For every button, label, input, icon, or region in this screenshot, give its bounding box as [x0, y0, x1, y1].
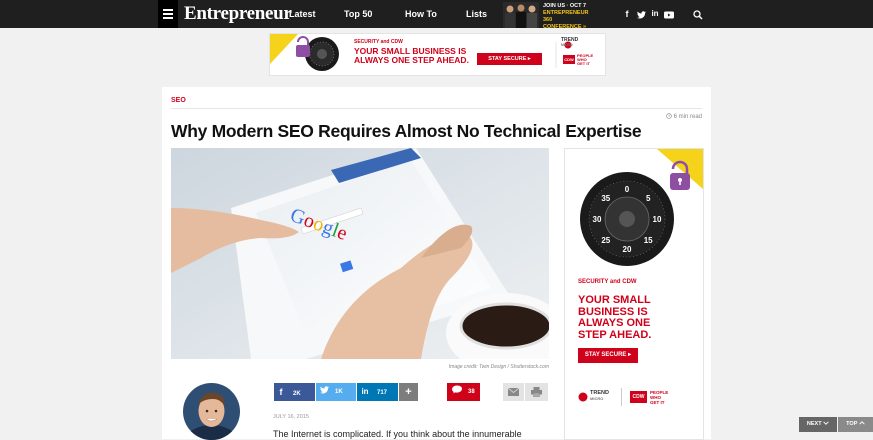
- twitter-count: 1K: [335, 389, 343, 395]
- dial-number: 20: [623, 245, 632, 254]
- side-cdw-logo: CDW: [630, 391, 647, 403]
- menu-button[interactable]: [158, 0, 178, 28]
- dial-number: 5: [646, 194, 651, 203]
- search-icon[interactable]: [692, 0, 704, 28]
- author-photo: [183, 383, 240, 440]
- promo-line-1: JOIN US · OCT 7: [543, 3, 587, 9]
- site-logo[interactable]: Entrepreneur: [184, 3, 292, 25]
- back-to-top-button[interactable]: TOP: [838, 417, 873, 432]
- ad-cta-label: STAY SECURE: [488, 56, 527, 62]
- dial-number: 30: [593, 215, 602, 224]
- side-tagline-3: GET IT: [650, 400, 665, 405]
- nav-item-latest[interactable]: Latest: [289, 0, 316, 28]
- nav-item-top50[interactable]: Top 50: [344, 0, 372, 28]
- dial-number: 0: [625, 185, 630, 194]
- twitter-share-button[interactable]: 1K: [316, 383, 356, 401]
- article-body: The Internet is complicated. If you thin…: [273, 429, 522, 439]
- promo-line-3: CONFERENCE »: [543, 24, 587, 30]
- print-icon: [531, 387, 542, 397]
- facebook-icon[interactable]: f: [621, 0, 633, 28]
- comment-icon: [452, 385, 462, 394]
- publish-date: JULY 16, 2015: [273, 414, 309, 420]
- cdw-logo: CDW: [563, 55, 575, 64]
- safe-dial-artwork: 0 5 10 15 20 25 30 35: [580, 149, 703, 266]
- ad-headline-2: ALWAYS ONE STEP AHEAD.: [354, 55, 469, 65]
- conference-promo[interactable]: JOIN US · OCT 7 ENTREPRENEUR 360 CONFERE…: [503, 0, 595, 30]
- dial-number: 35: [601, 194, 610, 203]
- side-ad-cta-label: STAY SECURE: [584, 352, 627, 358]
- top-navigation-bar: Entrepreneur Latest Top 50 How To Lists …: [0, 0, 873, 30]
- linkedin-share-button[interactable]: in 717: [357, 383, 398, 401]
- side-ad-brand: SECURITY and CDW: [578, 279, 637, 285]
- dial-number: 10: [653, 215, 662, 224]
- ad-cta-button[interactable]: STAY SECURE ▸: [477, 53, 542, 65]
- more-share-button[interactable]: +: [399, 383, 418, 401]
- side-ad-headline-1: YOUR SMALL: [578, 294, 651, 306]
- next-article-button[interactable]: NEXT: [799, 417, 837, 432]
- article-category[interactable]: SEO: [171, 97, 186, 104]
- dial-number: 25: [601, 236, 610, 245]
- next-label: NEXT: [806, 421, 822, 427]
- email-icon: [508, 388, 519, 396]
- twitter-icon[interactable]: [635, 0, 647, 28]
- sidebar-ad[interactable]: 0 5 10 15 20 25 30 35 SECURITY and CDW YOUR SMA…: [564, 148, 704, 440]
- facebook-share-button[interactable]: f 2K: [274, 383, 315, 401]
- linkedin-count: 717: [377, 390, 388, 396]
- tablet-photo: Google: [171, 148, 549, 359]
- youtube-icon[interactable]: [663, 0, 675, 28]
- comment-count: 38: [468, 389, 475, 395]
- promo-line-2: ENTREPRENEUR 360: [543, 10, 589, 23]
- hamburger-icon: [163, 9, 173, 11]
- chevron-up-icon: [859, 421, 865, 425]
- image-credit: Image credit: Twin Design / Shutterstock…: [448, 364, 549, 370]
- ad-divider: [621, 388, 622, 406]
- side-ad-headline-3: ALWAYS ONE: [578, 317, 651, 329]
- ad-tagline-3: GET IT: [577, 61, 590, 66]
- linkedin-icon[interactable]: in: [649, 0, 661, 28]
- author-avatar[interactable]: [183, 383, 240, 440]
- divider: [171, 108, 702, 109]
- nav-item-howto[interactable]: How To: [405, 0, 437, 28]
- dial-number: 15: [644, 236, 653, 245]
- comments-button[interactable]: 38: [447, 383, 480, 401]
- facebook-count: 2K: [293, 391, 301, 397]
- print-button[interactable]: [525, 383, 548, 401]
- trend-micro-icon: [578, 392, 588, 402]
- clock-icon: [666, 113, 672, 119]
- read-time: 6 min read: [666, 113, 702, 120]
- article-title: Why Modern SEO Requires Almost No Techni…: [171, 121, 642, 141]
- article-hero-image: Google: [171, 148, 549, 359]
- email-button[interactable]: [503, 383, 524, 401]
- facebook-icon: f: [279, 387, 283, 397]
- side-ad-cta-button[interactable]: STAY SECURE ▸: [578, 348, 638, 363]
- speakers-photo: [503, 2, 539, 28]
- chevron-down-icon: [823, 421, 829, 425]
- top-label: TOP: [846, 421, 858, 427]
- linkedin-icon: in: [361, 387, 369, 396]
- top-banner-ad[interactable]: SECURITY and CDW YOUR SMALL BUSINESS IS …: [269, 33, 606, 76]
- ad-brand-line: SECURITY and CDW: [354, 39, 403, 45]
- nav-item-lists[interactable]: Lists: [466, 0, 487, 28]
- side-ad-headline-4: STEP AHEAD.: [578, 328, 652, 341]
- twitter-icon: [320, 386, 329, 394]
